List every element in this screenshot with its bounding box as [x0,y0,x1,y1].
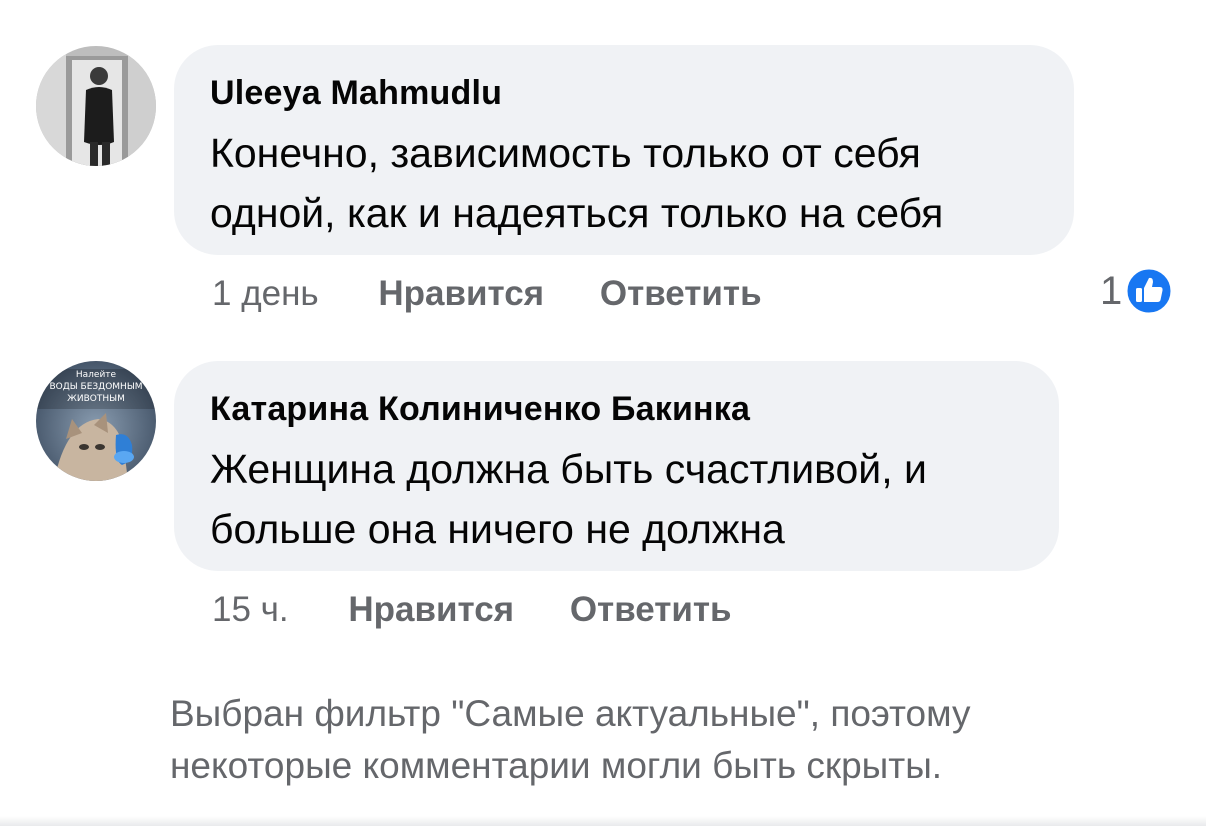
comment-text-line: больше она ничего не должна [210,506,785,552]
avatar-caption-line: воды бездомным [49,382,143,392]
comment-text: Женщина должна быть счастливой, и больше… [210,439,1023,559]
filter-notice-line: некоторые комментарии могли быть скрыты. [170,745,943,786]
comment-text: Конечно, зависимость только от себя одно… [210,123,1038,243]
comment-text-line: Конечно, зависимость только от себя [210,130,921,176]
avatar-caption-line: животным [67,394,125,404]
filter-notice: Выбран фильтр "Самые актуальные", поэтом… [170,688,1110,792]
avatar[interactable] [36,46,156,166]
filter-notice-line: Выбран фильтр "Самые актуальные", поэтом… [170,693,971,734]
comment-bubble: Uleeya Mahmudlu Конечно, зависимость тол… [174,45,1074,255]
comment-text-line: Женщина должна быть счастливой, и [210,446,927,492]
comment-timestamp[interactable]: 1 день [212,274,319,313]
like-reaction-icon [1124,266,1174,316]
like-button[interactable]: Нравится [378,274,544,313]
reaction-summary[interactable]: 1 [1100,266,1174,316]
comment-bubble: Катарина Колиниченко Бакинка Женщина дол… [174,361,1059,571]
reply-button[interactable]: Ответить [570,590,732,629]
comment-timestamp[interactable]: 15 ч. [212,590,289,629]
comment-actions: 15 ч. Нравится Ответить [212,590,732,630]
bottom-divider [0,816,1206,826]
avatar[interactable]: Налейте воды бездомным животным [36,361,156,481]
comment-actions: 1 день Нравится Ответить [212,274,762,314]
like-button[interactable]: Нравится [348,590,514,629]
comment-author[interactable]: Uleeya Mahmudlu [210,73,1038,113]
comment-author[interactable]: Катарина Колиниченко Бакинка [210,389,1023,429]
comment-text-line: одной, как и надеяться только на себя [210,190,944,236]
reply-button[interactable]: Ответить [600,274,762,313]
avatar-caption: Налейте воды бездомным животным [36,369,156,405]
avatar-caption-line: Налейте [75,370,117,380]
reaction-count: 1 [1100,269,1123,313]
person-photo-avatar-icon [36,46,156,166]
